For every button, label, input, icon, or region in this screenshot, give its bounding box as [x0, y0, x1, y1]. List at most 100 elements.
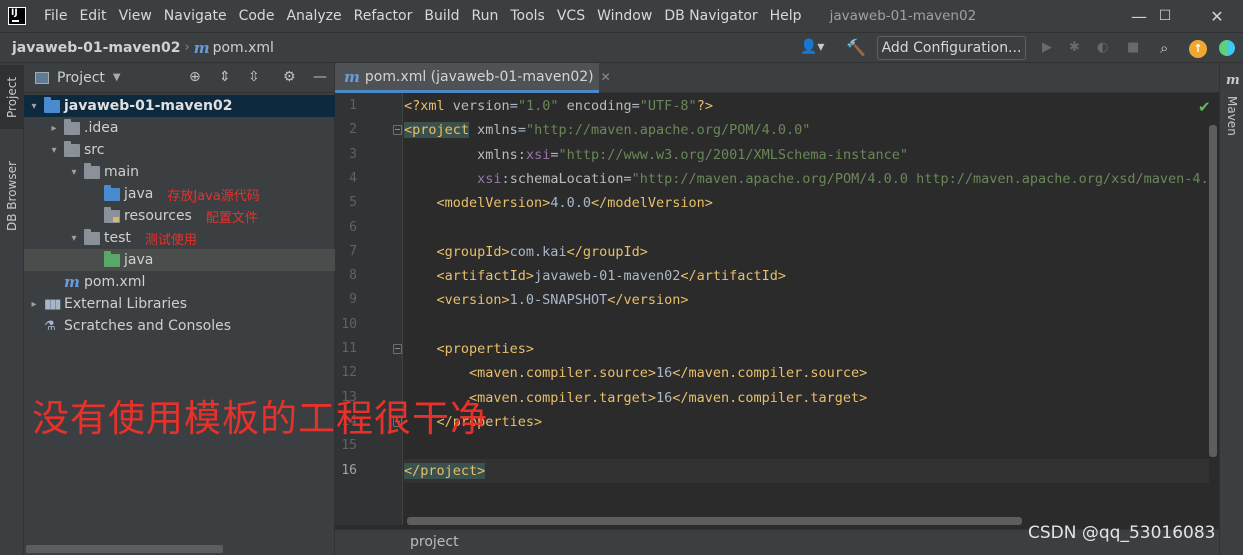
breadcrumb-file[interactable]: pom.xml: [213, 40, 274, 56]
code-line[interactable]: </project>: [404, 458, 1209, 483]
code-line[interactable]: <artifactId>javaweb-01-maven02</artifact…: [404, 264, 787, 288]
add-configuration-button[interactable]: Add Configuration...: [877, 36, 1026, 60]
close-icon[interactable]: ✕: [601, 70, 611, 84]
editor-vertical-scrollbar[interactable]: [1209, 125, 1217, 457]
tree-item[interactable]: java 存放Java源代码: [24, 183, 335, 205]
tool-tab-project[interactable]: Project: [0, 65, 24, 129]
xml-breadcrumb[interactable]: project: [410, 534, 459, 550]
tool-tab-db-browser[interactable]: DB Browser: [0, 153, 24, 239]
editor-tab-bar: m pom.xml (javaweb-01-maven02) ✕: [335, 63, 1219, 93]
code-line[interactable]: xsi:schemaLocation="http://maven.apache.…: [404, 167, 1209, 191]
code-token: <modelVersion>: [436, 195, 551, 212]
close-button[interactable]: ✕: [1193, 0, 1241, 32]
code-line[interactable]: <version>1.0-SNAPSHOT</version>: [404, 288, 689, 312]
locate-icon[interactable]: ⊕: [189, 69, 201, 85]
menu-refactor[interactable]: Refactor: [348, 0, 419, 32]
menu-help[interactable]: Help: [764, 0, 808, 32]
tree-item[interactable]: m pom.xml: [24, 271, 335, 293]
gear-icon[interactable]: ⚙: [283, 69, 296, 85]
build-hammer-icon[interactable]: 🔨: [846, 38, 866, 57]
menu-code[interactable]: Code: [233, 0, 281, 32]
hide-panel-icon[interactable]: —: [313, 69, 327, 85]
maximize-button[interactable]: ☐: [1141, 0, 1189, 32]
chevron-right-icon[interactable]: ▸: [28, 299, 40, 310]
code-line[interactable]: <properties>: [404, 337, 535, 361]
editor-tab-label: pom.xml (javaweb-01-maven02): [364, 68, 594, 85]
code-line[interactable]: <maven.compiler.source>16</maven.compile…: [404, 361, 867, 385]
line-number: 10: [341, 316, 357, 332]
fold-icon[interactable]: [393, 344, 402, 354]
tree-item-label: resources: [124, 208, 192, 224]
chevron-down-icon[interactable]: ▾: [68, 167, 80, 178]
tree-item[interactable]: resources 配置文件: [24, 205, 335, 227]
tree-item[interactable]: java: [24, 249, 335, 271]
code-line[interactable]: <?xml version="1.0" encoding="UTF-8"?>: [404, 94, 713, 118]
chevron-down-icon[interactable]: ▾: [68, 233, 80, 244]
breadcrumb-project[interactable]: javaweb-01-maven02: [12, 40, 180, 56]
tree-item[interactable]: ▸ .idea: [24, 117, 335, 139]
chevron-down-icon[interactable]: ▾: [28, 101, 40, 112]
watermark: CSDN @qq_53016083: [1028, 523, 1216, 543]
menu-tools[interactable]: Tools: [504, 0, 551, 32]
tree-item[interactable]: ▾ main: [24, 161, 335, 183]
tool-tab-maven[interactable]: Maven: [1220, 93, 1243, 139]
code-token: javaweb-01-maven02: [534, 268, 681, 285]
code-token: xmlns: [477, 146, 518, 163]
update-icon[interactable]: ↑: [1189, 40, 1207, 58]
code-line[interactable]: <modelVersion>4.0.0</modelVersion>: [404, 191, 713, 215]
tree-item[interactable]: ▾ javaweb-01-maven02: [24, 95, 335, 117]
tree-item[interactable]: ▾ src: [24, 139, 335, 161]
user-icon[interactable]: 👤▾: [800, 39, 824, 55]
breadcrumb-separator-icon: ›: [184, 40, 190, 55]
tree-item-label: java: [124, 252, 154, 268]
chevron-down-icon[interactable]: ▼: [113, 72, 121, 83]
chevron-right-icon[interactable]: ▸: [48, 123, 60, 134]
tree-item[interactable]: ⚗ Scratches and Consoles: [24, 315, 335, 337]
code-token: =: [631, 98, 640, 114]
project-view-icon: [35, 71, 49, 84]
menu-view[interactable]: View: [113, 0, 158, 32]
project-panel-scrollbar[interactable]: [26, 545, 223, 553]
menu-vcs[interactable]: VCS: [551, 0, 591, 32]
code-line[interactable]: xmlns:xsi="http://www.w3.org/2001/XMLSch…: [404, 143, 908, 167]
chevron-down-icon[interactable]: ▾: [48, 145, 60, 156]
editor-horizontal-scrollbar[interactable]: [407, 517, 1022, 525]
code-token: <?xml: [404, 98, 453, 114]
menu-bar: FileEditViewNavigateCodeAnalyzeRefactorB…: [0, 0, 1243, 32]
menu-build[interactable]: Build: [418, 0, 465, 32]
menu-window[interactable]: Window: [591, 0, 658, 32]
collapse-all-icon[interactable]: ⇳: [248, 69, 260, 85]
code-token: 16: [655, 389, 673, 406]
editor-tab-pom[interactable]: m pom.xml (javaweb-01-maven02) ✕: [335, 63, 611, 93]
menu-file[interactable]: File: [38, 0, 73, 32]
menu-analyze[interactable]: Analyze: [280, 0, 347, 32]
line-number: 3: [349, 146, 357, 162]
menu-db-navigator[interactable]: DB Navigator: [658, 0, 763, 32]
tree-item-label: External Libraries: [64, 296, 187, 312]
tree-item[interactable]: ▸ ▮▮▮ External Libraries: [24, 293, 335, 315]
run-icon[interactable]: ▶: [1042, 40, 1052, 55]
tree-item[interactable]: ▾ test 测试使用: [24, 227, 335, 249]
code-editor[interactable]: <?xml version="1.0" encoding="UTF-8"?> <p…: [404, 93, 1209, 525]
menu-edit[interactable]: Edit: [73, 0, 112, 32]
search-icon[interactable]: ⌕: [1160, 39, 1168, 57]
stop-icon[interactable]: ■: [1127, 40, 1139, 55]
coverage-icon[interactable]: ◐: [1097, 40, 1108, 55]
expand-all-icon[interactable]: ⇕: [219, 69, 231, 85]
plugin-icon[interactable]: [1219, 40, 1235, 56]
inspection-ok-icon[interactable]: ✔: [1198, 98, 1211, 116]
fold-icon[interactable]: [393, 125, 402, 136]
folder-icon: [44, 96, 60, 113]
debug-icon[interactable]: ✱: [1069, 40, 1080, 55]
code-line[interactable]: <groupId>com.kai</groupId>: [404, 240, 648, 264]
menu-navigate[interactable]: Navigate: [158, 0, 233, 32]
project-panel-title[interactable]: Project: [57, 70, 105, 86]
menu-run[interactable]: Run: [466, 0, 505, 32]
code-line[interactable]: <project xmlns="http://maven.apache.org/…: [404, 118, 810, 142]
tree-item-label: .idea: [84, 120, 119, 136]
